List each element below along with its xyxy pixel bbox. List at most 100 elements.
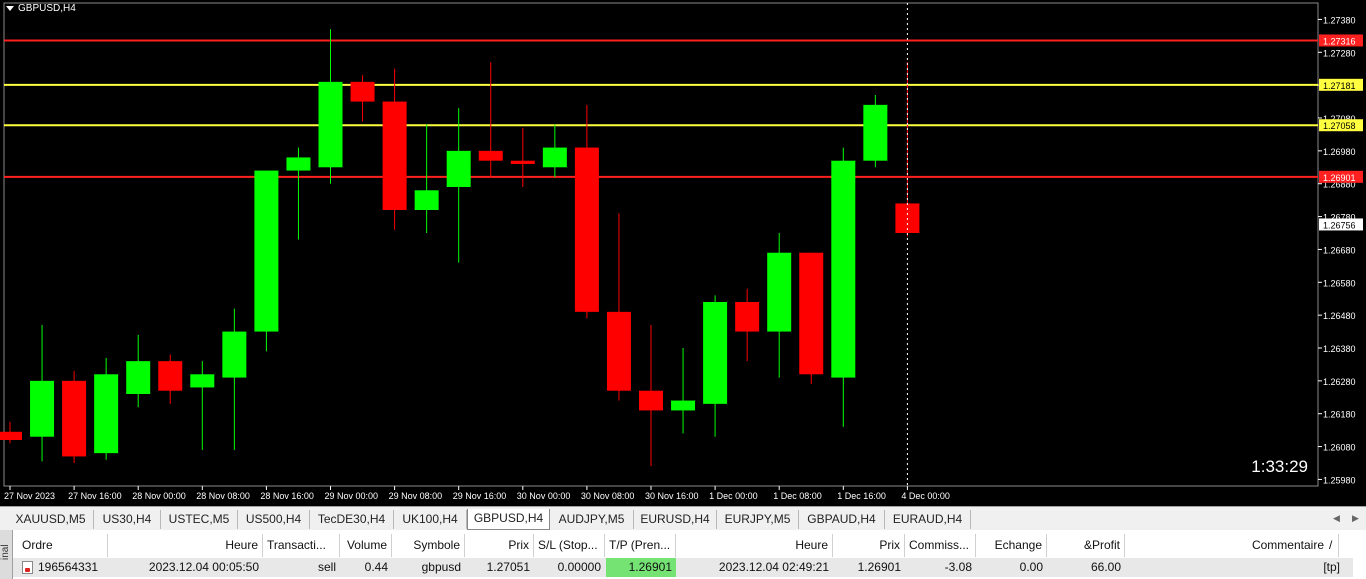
price-axis-label: 1.26480: [1323, 311, 1356, 321]
candle-body: [0, 431, 22, 440]
cell-heure-close: 2023.12.04 02:49:21: [718, 560, 829, 574]
col-volume[interactable]: Volume: [340, 534, 392, 557]
col-symbole[interactable]: Symbole: [392, 534, 465, 557]
plot-frame: [3, 2, 1319, 487]
candle-body: [799, 252, 824, 375]
terminal-panel: inal Ordre Heure Transacti... Volume Sym…: [0, 530, 1366, 579]
col-heure-open[interactable]: Heure: [108, 534, 263, 557]
price-axis-label: 1.27380: [1323, 15, 1356, 25]
candlestick-chart[interactable]: 1.273801.272801.271801.270801.269801.268…: [0, 0, 1366, 506]
candle-body: [382, 101, 407, 210]
tab-scroll-left-icon[interactable]: ◀: [1333, 513, 1340, 524]
tab-tecde30-h4[interactable]: TecDE30,H4: [310, 510, 394, 529]
price-level-label: 1.27058: [1323, 121, 1356, 131]
tab-uk100-h4[interactable]: UK100,H4: [394, 510, 467, 529]
tab-ustec-m5[interactable]: USTEC,M5: [161, 510, 238, 529]
terminal-side-tab[interactable]: inal: [0, 530, 13, 579]
col-prix-open[interactable]: Prix: [465, 534, 534, 557]
price-level-label: 1.27316: [1323, 36, 1356, 46]
cell-profit: 66.00: [1090, 560, 1121, 574]
sort-indicator: /: [1329, 538, 1333, 552]
tab-euraud-h4[interactable]: EURAUD,H4: [885, 510, 971, 529]
candle-body: [94, 374, 119, 454]
time-axis-label: 1 Dec 16:00: [837, 491, 886, 501]
price-axis-label: 1.26280: [1323, 377, 1356, 387]
tab-eurusd-h4[interactable]: EURUSD,H4: [634, 510, 717, 529]
col-echange[interactable]: Echange: [976, 534, 1047, 557]
candle-body: [30, 380, 55, 437]
time-axis-label: 28 Nov 16:00: [260, 491, 314, 501]
price-level-label: 1.27181: [1323, 81, 1356, 91]
chart-menu-triangle-icon[interactable]: [6, 6, 14, 11]
col-ordre[interactable]: Ordre: [13, 534, 108, 557]
chart-title: GBPUSD,H4: [6, 3, 76, 14]
candle-body: [190, 374, 215, 388]
price-axis-label: 1.26080: [1323, 443, 1356, 453]
candle-body: [446, 150, 471, 187]
time-axis-label: 29 Nov 00:00: [325, 491, 379, 501]
terminal-side-label: inal: [0, 544, 11, 560]
time-axis-label: 28 Nov 00:00: [132, 491, 186, 501]
col-commentaire[interactable]: Commentaire: [1125, 534, 1339, 557]
candle-body: [639, 390, 663, 411]
cell-commission: -3.08: [944, 560, 972, 574]
col-heure-close[interactable]: Heure: [676, 534, 833, 557]
price-axis-label: 1.26980: [1323, 147, 1356, 157]
price-axis-label: 1.26380: [1323, 344, 1356, 354]
tab-audjpy-m5[interactable]: AUDJPY,M5: [550, 510, 634, 529]
col-stop-loss[interactable]: S/L (Stop...: [534, 534, 605, 557]
price-axis-label: 1.26680: [1323, 245, 1356, 255]
cell-prix-close: 1.26901: [857, 560, 901, 574]
candle-body: [254, 170, 279, 332]
sell-order-icon: [22, 561, 33, 575]
candle-body: [286, 157, 311, 171]
price-axis-label: 1.26580: [1323, 278, 1356, 288]
price-axis-label: 1.27280: [1323, 48, 1356, 58]
cell-prix-open: 1.27051: [486, 560, 530, 574]
candle-body: [318, 81, 343, 168]
candle-body: [542, 147, 567, 168]
tab-scroll-right-icon[interactable]: ▶: [1352, 513, 1359, 524]
candle-body: [350, 81, 375, 102]
cell-echange: 0.00: [1019, 560, 1043, 574]
cell-transaction: sell: [317, 560, 336, 574]
time-axis-label: 29 Nov 08:00: [389, 491, 443, 501]
candle-body: [414, 190, 439, 210]
col-transaction[interactable]: Transacti...: [263, 534, 340, 557]
col-profit[interactable]: &Profit: [1047, 534, 1125, 557]
candle-body: [831, 160, 856, 378]
chart-symbol-label: GBPUSD,H4: [18, 3, 76, 14]
tab-us30-h4[interactable]: US30,H4: [94, 510, 161, 529]
col-commission[interactable]: Commiss...: [905, 534, 976, 557]
candle-body: [767, 252, 792, 332]
time-axis-label: 27 Nov 2023: [4, 491, 55, 501]
candle-body: [222, 331, 247, 378]
col-prix-close[interactable]: Prix: [833, 534, 905, 557]
tab-xauusd-m5[interactable]: XAUUSD,M5: [8, 510, 94, 529]
trade-row[interactable]: 196564331 2023.12.04 00:05:50 sell 0.44 …: [13, 558, 1353, 577]
tab-eurjpy-m5[interactable]: EURJPY,M5: [717, 510, 799, 529]
chart-tab-bar: XAUUSD,M5 US30,H4 USTEC,M5 US500,H4 TecD…: [0, 506, 1366, 531]
time-axis-label: 30 Nov 00:00: [517, 491, 571, 501]
time-axis-label: 30 Nov 08:00: [581, 491, 635, 501]
candle-body: [703, 302, 728, 404]
candle-body: [863, 104, 888, 161]
candle-body: [574, 147, 599, 312]
trade-table-header: Ordre Heure Transacti... Volume Symbole …: [13, 534, 1353, 557]
tab-gbpaud-h4[interactable]: GBPAUD,H4: [799, 510, 885, 529]
order-id: 196564331: [38, 560, 99, 574]
time-axis-label: 28 Nov 08:00: [196, 491, 250, 501]
candle-body: [510, 160, 535, 164]
time-axis-label: 29 Nov 16:00: [453, 491, 507, 501]
candle-body: [158, 361, 183, 391]
candle-body: [606, 311, 631, 391]
col-take-profit[interactable]: T/P (Pren...: [605, 534, 676, 557]
cell-ordre: 196564331: [13, 558, 108, 577]
price-level-label: 1.26901: [1323, 173, 1356, 183]
tab-us500-h4[interactable]: US500,H4: [238, 510, 310, 529]
cell-take-profit: 1.26901: [606, 558, 676, 577]
time-axis-label: 27 Nov 16:00: [68, 491, 122, 501]
time-axis-label: 1 Dec 00:00: [709, 491, 758, 501]
price-chart[interactable]: 1.273801.272801.271801.270801.269801.268…: [0, 0, 1366, 506]
tab-gbpusd-h4[interactable]: GBPUSD,H4: [467, 509, 550, 530]
